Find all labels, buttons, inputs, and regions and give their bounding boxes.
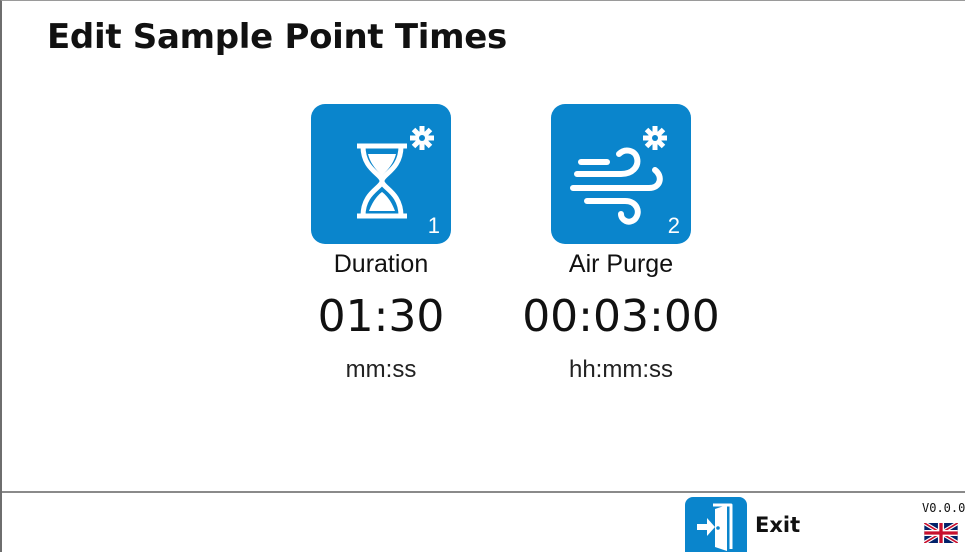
uk-flag-icon[interactable] xyxy=(924,523,958,543)
duration-unit: mm:ss xyxy=(345,356,417,383)
exit-door-icon xyxy=(685,497,747,552)
duration-label: Duration xyxy=(333,250,429,278)
air-purge-unit: hh:mm:ss xyxy=(568,356,673,383)
screen: Edit Sample Point Times 1 Duration 01:30… xyxy=(0,0,965,552)
air-purge-value[interactable]: 00:03:00 xyxy=(521,291,721,342)
page-title: Edit Sample Point Times xyxy=(47,17,507,57)
air-purge-button[interactable]: 2 xyxy=(551,104,691,244)
exit-button[interactable]: Exit xyxy=(685,497,825,552)
footer-divider xyxy=(2,491,965,493)
version-text: V0.0.0 xyxy=(922,501,965,515)
duration-button[interactable]: 1 xyxy=(311,104,451,244)
air-purge-label: Air Purge xyxy=(568,250,674,278)
air-purge-tile: 2 Air Purge 00:03:00 hh:mm:ss xyxy=(521,104,721,384)
exit-label: Exit xyxy=(755,513,801,537)
duration-index: 1 xyxy=(427,213,440,238)
duration-tile: 1 Duration 01:30 mm:ss xyxy=(281,104,481,384)
air-purge-index: 2 xyxy=(667,213,680,238)
duration-value[interactable]: 01:30 xyxy=(281,291,481,342)
